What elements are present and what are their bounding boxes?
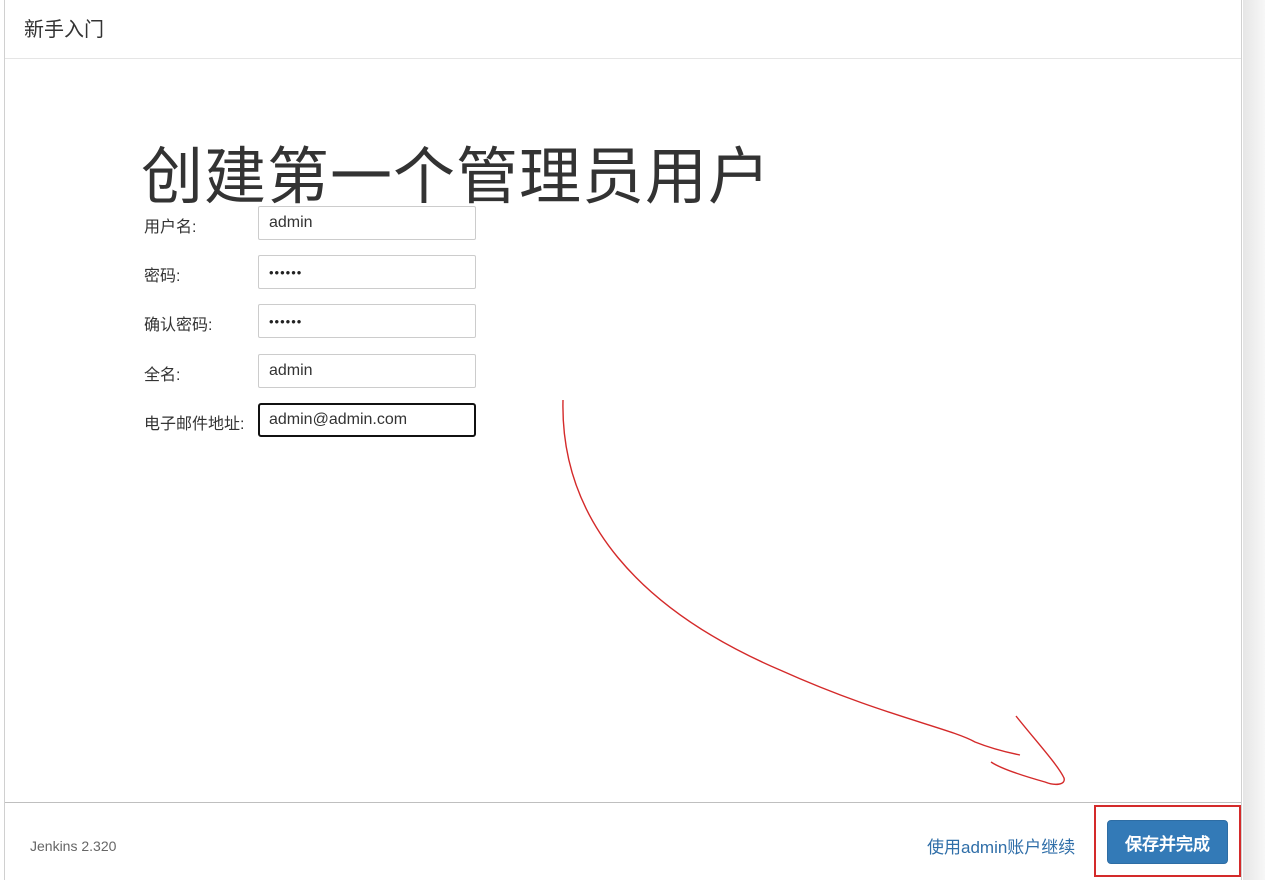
wizard-header-title: 新手入门 xyxy=(24,19,104,41)
username-input[interactable] xyxy=(258,206,476,240)
username-label: 用户名: xyxy=(144,219,197,236)
password-label: 密码: xyxy=(144,268,181,285)
email-label: 电子邮件地址: xyxy=(144,416,245,433)
email-row: 电子邮件地址: xyxy=(144,403,544,439)
password-row: 密码: xyxy=(144,255,544,291)
fullname-input[interactable] xyxy=(258,354,476,388)
page-title: 创建第一个管理员用户 xyxy=(141,143,772,212)
email-input[interactable] xyxy=(258,403,476,437)
fullname-row: 全名: xyxy=(144,354,544,390)
page-edge-shadow xyxy=(1243,0,1265,880)
confirm-password-row: 确认密码: xyxy=(144,304,544,340)
confirm-password-label: 确认密码: xyxy=(144,317,213,334)
wizard-footer: Jenkins 2.320 使用admin账户继续 保存并完成 xyxy=(5,802,1241,881)
fullname-label: 全名: xyxy=(144,367,181,384)
username-row: 用户名: xyxy=(144,206,544,242)
confirm-password-input[interactable] xyxy=(258,304,476,338)
password-input[interactable] xyxy=(258,255,476,289)
save-and-finish-button[interactable]: 保存并完成 xyxy=(1107,820,1228,864)
setup-wizard-panel: 新手入门 创建第一个管理员用户 用户名: 密码: 确认密码: 全名: 电子邮件地… xyxy=(4,0,1242,880)
wizard-header: 新手入门 xyxy=(5,0,1241,59)
version-text: Jenkins 2.320 xyxy=(30,838,117,854)
continue-as-admin-link[interactable]: 使用admin账户继续 xyxy=(927,833,1075,858)
